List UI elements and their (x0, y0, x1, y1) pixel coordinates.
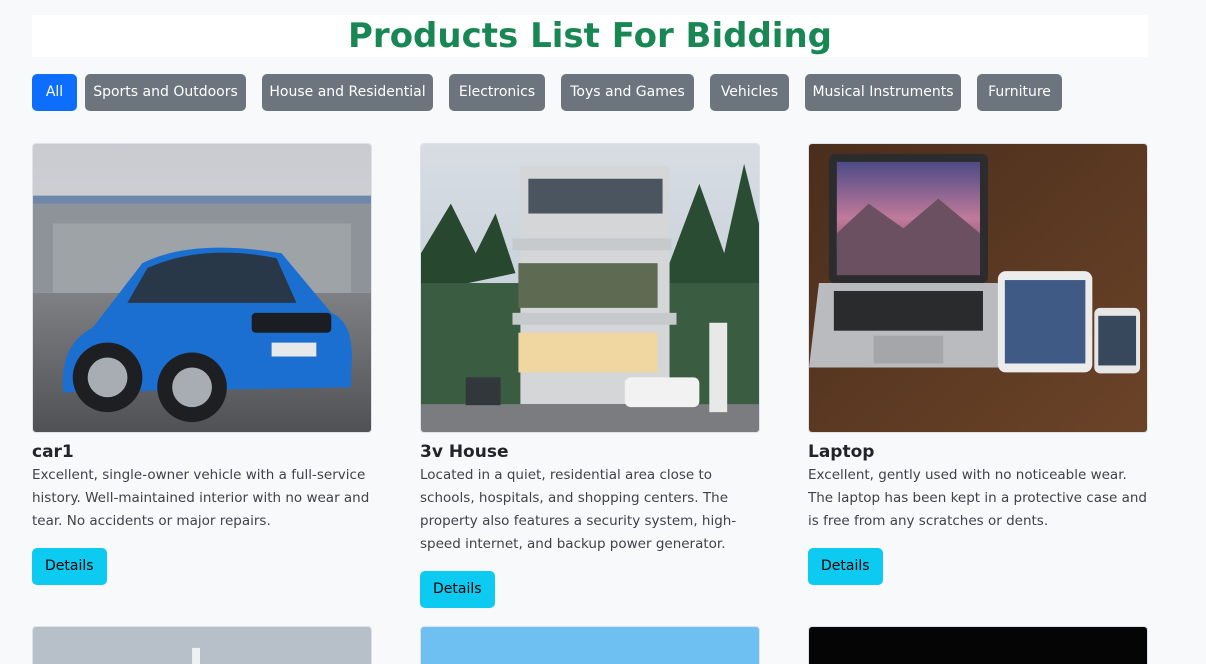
product-image-partial (420, 626, 760, 664)
product-card: car1 Excellent, single-owner vehicle wit… (32, 143, 372, 585)
category-musical-button[interactable]: Musical Instruments (805, 74, 961, 111)
category-toys-button[interactable]: Toys and Games (561, 74, 694, 111)
product-name: car1 (32, 442, 74, 462)
product-image-car (32, 143, 372, 433)
product-name: 3v House (420, 442, 509, 462)
product-image-partial (808, 626, 1148, 664)
product-card: Laptop Excellent, gently used with no no… (808, 143, 1148, 585)
details-button[interactable]: Details (808, 548, 883, 585)
product-description: Located in a quiet, residential area clo… (420, 467, 737, 552)
product-image-laptop (808, 143, 1148, 433)
category-all-button[interactable]: All (32, 74, 77, 111)
category-furniture-button[interactable]: Furniture (977, 74, 1062, 111)
category-sports-button[interactable]: Sports and Outdoors (85, 74, 246, 111)
product-card: 3v House Located in a quiet, residential… (420, 143, 760, 608)
category-electronics-button[interactable]: Electronics (449, 74, 545, 111)
details-button[interactable]: Details (32, 548, 107, 585)
category-house-button[interactable]: House and Residential (262, 74, 433, 111)
category-vehicles-button[interactable]: Vehicles (710, 74, 789, 111)
product-image-partial (32, 626, 372, 664)
product-image-house (420, 143, 760, 433)
title-bar: Products List For Bidding (32, 15, 1148, 57)
page-title: Products List For Bidding (348, 16, 832, 56)
product-name: Laptop (808, 442, 875, 462)
product-description: Excellent, gently used with no noticeabl… (808, 467, 1148, 529)
product-description: Excellent, single-owner vehicle with a f… (32, 467, 370, 529)
details-button[interactable]: Details (420, 571, 495, 608)
